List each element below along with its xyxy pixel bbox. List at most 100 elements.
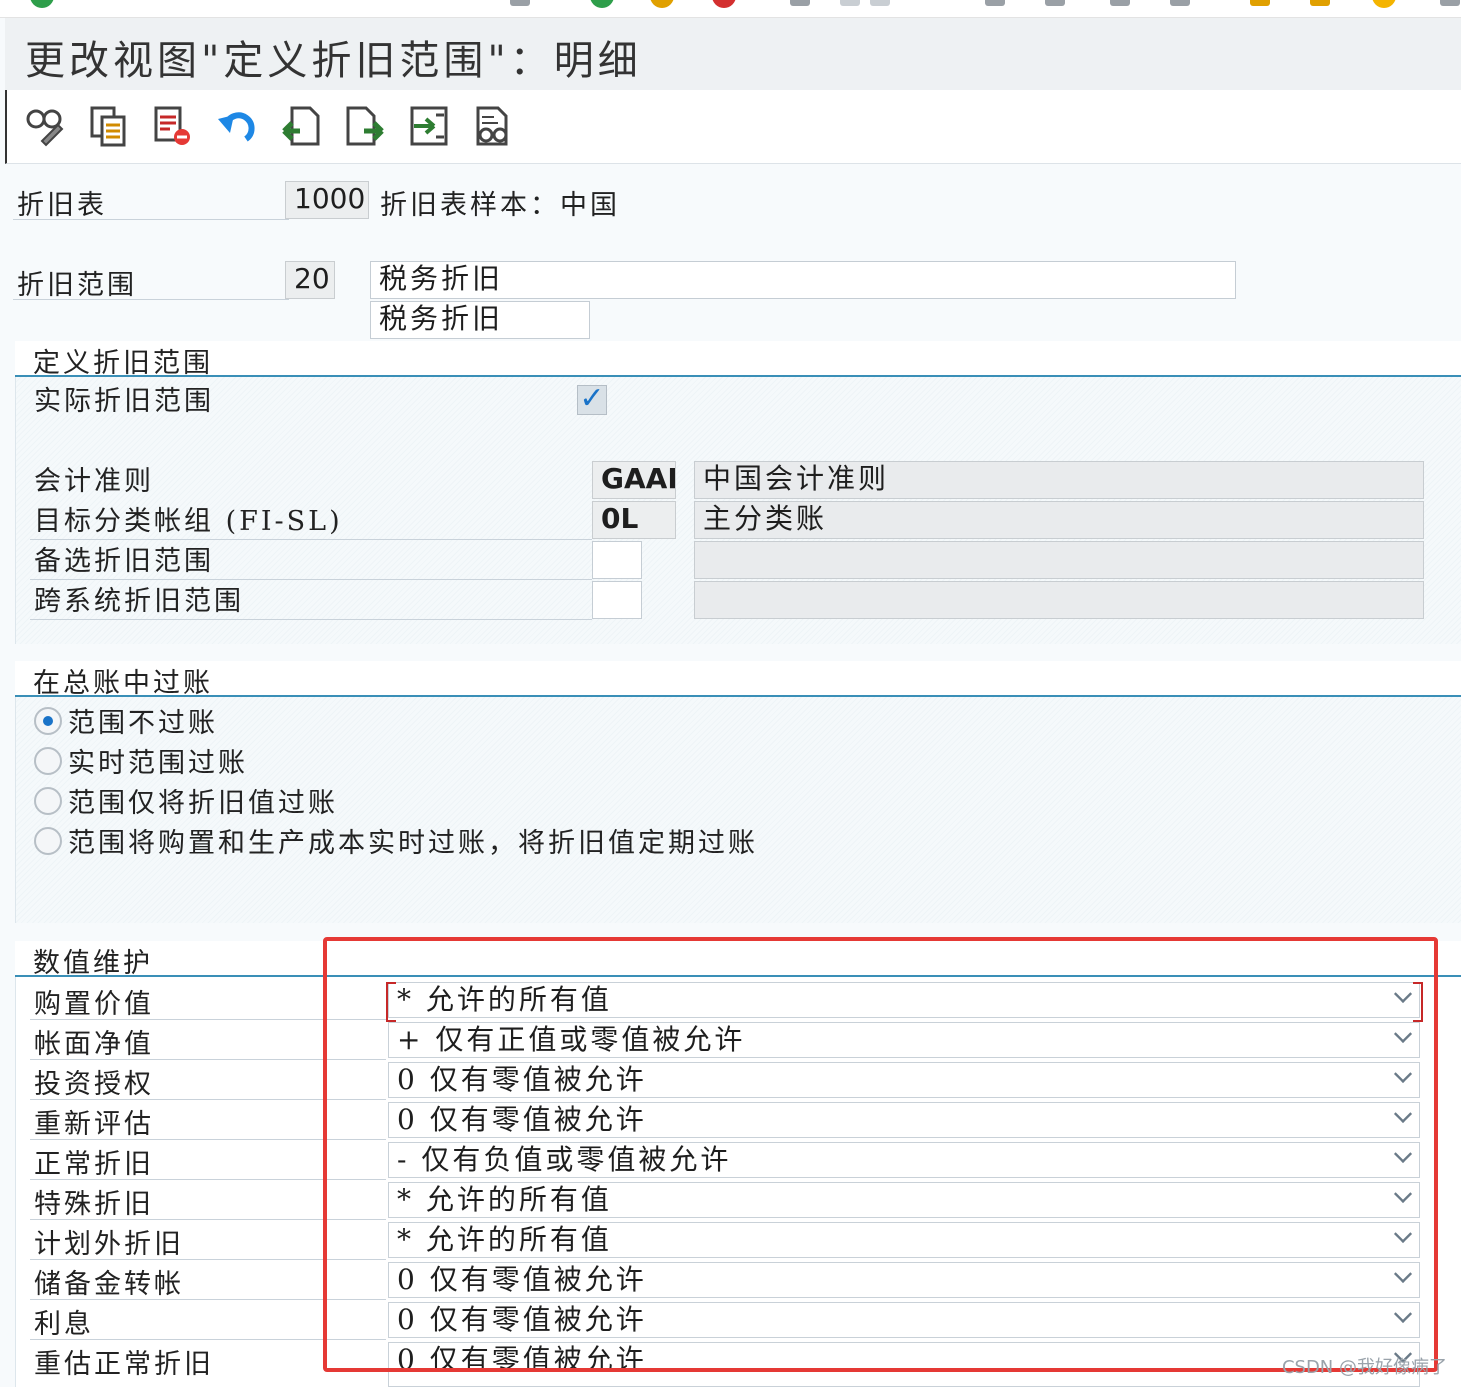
help-icon[interactable] <box>1372 0 1396 8</box>
radio-no-posting-label: 范围不过账 <box>68 708 218 739</box>
define-area-title: 定义折旧范围 <box>33 348 213 379</box>
dropdown-value: 0 仅有零值被允许 <box>397 1103 647 1136</box>
chevron-down-icon[interactable] <box>1393 1104 1413 1124</box>
cancel-icon[interactable] <box>712 0 736 8</box>
back-icon[interactable] <box>590 0 614 8</box>
net-book-value-dropdown[interactable]: + 仅有正值或零值被允许 <box>388 1022 1420 1058</box>
find-icon[interactable] <box>840 0 860 6</box>
find-next-icon[interactable] <box>870 0 890 6</box>
area-short-description-input[interactable]: 税务折旧 <box>370 301 590 339</box>
display-change-icon[interactable] <box>23 104 67 148</box>
first-page-icon[interactable] <box>985 0 1005 6</box>
define-area-header: 定义折旧范围 <box>15 341 1461 379</box>
interest-dropdown[interactable]: 0 仅有零值被允许 <box>388 1302 1420 1338</box>
chart-of-depreciation-field: 1000 <box>285 181 369 219</box>
last-page-icon[interactable] <box>1170 0 1190 6</box>
exit-icon[interactable] <box>650 0 674 8</box>
print-system-icon[interactable] <box>790 0 810 6</box>
radio-realtime-posting-label: 实时范围过账 <box>68 748 248 779</box>
layout-menu-icon[interactable] <box>1440 0 1460 6</box>
alt-area-label: 备选折旧范围 <box>34 546 214 577</box>
watermark: CSDN @我好像病了 <box>1281 1357 1447 1378</box>
print-icon[interactable] <box>471 104 515 148</box>
cross-system-area-label: 跨系统折旧范围 <box>34 586 244 617</box>
area-long-description-input[interactable]: 税务折旧 <box>370 261 1236 299</box>
chevron-down-icon[interactable] <box>1393 1144 1413 1164</box>
row-label: 重估正常折旧 <box>34 1349 214 1380</box>
row-label: 重新评估 <box>34 1109 154 1140</box>
dropdown-value: 0 仅有零值被允许 <box>397 1303 647 1336</box>
divider <box>30 1299 386 1300</box>
acquisition-value-dropdown[interactable]: * 允许的所有值 <box>388 982 1420 1018</box>
dropdown-value: * 允许的所有值 <box>397 983 612 1016</box>
special-depreciation-dropdown[interactable]: * 允许的所有值 <box>388 1182 1420 1218</box>
divider <box>13 299 289 300</box>
divider <box>30 1179 386 1180</box>
row-label: 特殊折旧 <box>34 1189 154 1220</box>
reserve-transfer-dropdown[interactable]: 0 仅有零值被允许 <box>388 1262 1420 1298</box>
copy-icon[interactable] <box>87 104 131 148</box>
depreciation-area-label: 折旧范围 <box>17 270 137 301</box>
chevron-down-icon[interactable] <box>1393 1264 1413 1284</box>
gl-posting-body: 范围不过账 实时范围过账 范围仅将折旧值过账 范围将购置和生产成本实时过账，将折… <box>15 697 1461 923</box>
row-label: 储备金转帐 <box>34 1269 184 1300</box>
divider <box>13 219 289 220</box>
alt-area-input[interactable] <box>592 541 642 579</box>
previous-entry-icon[interactable] <box>279 104 323 148</box>
gaap-field: GAAP <box>592 461 676 499</box>
investment-grant-dropdown[interactable]: 0 仅有零值被允许 <box>388 1062 1420 1098</box>
next-page-icon[interactable] <box>1110 0 1130 6</box>
gl-posting-header: 在总账中过账 <box>15 661 1461 699</box>
radio-apc-realtime-depr-periodic-label: 范围将购置和生产成本实时过账，将折旧值定期过账 <box>68 828 758 859</box>
chevron-down-icon[interactable] <box>1393 1064 1413 1084</box>
value-maintenance-header: 数值维护 <box>15 941 1461 979</box>
value-maintenance-title: 数值维护 <box>33 948 153 979</box>
gaap-label: 会计准则 <box>34 466 154 497</box>
delete-icon[interactable] <box>151 104 195 148</box>
chart-of-depreciation-label: 折旧表 <box>17 190 107 221</box>
chart-of-depreciation-description: 折旧表样本：中国 <box>380 190 620 221</box>
cross-system-area-input[interactable] <box>592 581 642 619</box>
radio-depreciation-only-label: 范围仅将折旧值过账 <box>68 788 338 819</box>
gl-posting-title: 在总账中过账 <box>33 668 213 699</box>
dropdown-value: - 仅有负值或零值被允许 <box>397 1143 732 1176</box>
radio-realtime-posting[interactable] <box>34 747 62 775</box>
chevron-down-icon[interactable] <box>1393 1224 1413 1244</box>
real-area-checkbox[interactable]: ✓ <box>577 384 607 415</box>
chevron-down-icon[interactable] <box>1393 984 1413 1004</box>
divider <box>30 1019 386 1020</box>
next-entry-icon[interactable] <box>343 104 387 148</box>
divider <box>30 1219 386 1220</box>
chevron-down-icon[interactable] <box>1393 1184 1413 1204</box>
revaluation-ordinary-depreciation-dropdown[interactable]: 0 仅有零值被允许 <box>388 1342 1420 1387</box>
select-all-icon[interactable] <box>407 104 451 148</box>
unplanned-depreciation-dropdown[interactable]: * 允许的所有值 <box>388 1222 1420 1258</box>
chevron-down-icon[interactable] <box>1393 1024 1413 1044</box>
system-toolbar-strip <box>0 0 1461 18</box>
command-field-icon[interactable] <box>510 0 530 6</box>
ledger-group-label: 目标分类帐组 (FI-SL) <box>34 506 343 537</box>
ledger-group-field: 0L <box>592 501 676 539</box>
previous-page-icon[interactable] <box>1045 0 1065 6</box>
gaap-description: 中国会计准则 <box>694 461 1424 499</box>
enter-icon[interactable] <box>30 0 54 8</box>
shortcut-icon[interactable] <box>1310 0 1330 6</box>
chevron-down-icon[interactable] <box>1393 1304 1413 1324</box>
define-area-group: 定义折旧范围 实际折旧范围 ✓ 会计准则 GAAP 中国会计准则 目标分类帐组 … <box>15 341 1461 644</box>
depreciation-area-field: 20 <box>285 261 335 299</box>
divider <box>30 1099 386 1100</box>
row-label: 投资授权 <box>34 1069 154 1100</box>
divider <box>30 619 592 620</box>
radio-no-posting[interactable] <box>34 707 62 735</box>
ordinary-depreciation-dropdown[interactable]: - 仅有负值或零值被允许 <box>388 1142 1420 1178</box>
undo-icon[interactable] <box>215 104 259 148</box>
dropdown-value: + 仅有正值或零值被允许 <box>397 1023 746 1056</box>
real-area-label: 实际折旧范围 <box>34 386 214 417</box>
create-session-icon[interactable] <box>1250 0 1270 6</box>
radio-depreciation-only[interactable] <box>34 787 62 815</box>
radio-apc-realtime-depr-periodic[interactable] <box>34 827 62 855</box>
revaluation-dropdown[interactable]: 0 仅有零值被允许 <box>388 1102 1420 1138</box>
divider <box>30 1059 386 1060</box>
dropdown-value: 0 仅有零值被允许 <box>397 1063 647 1096</box>
focus-marker <box>1413 982 1423 1022</box>
